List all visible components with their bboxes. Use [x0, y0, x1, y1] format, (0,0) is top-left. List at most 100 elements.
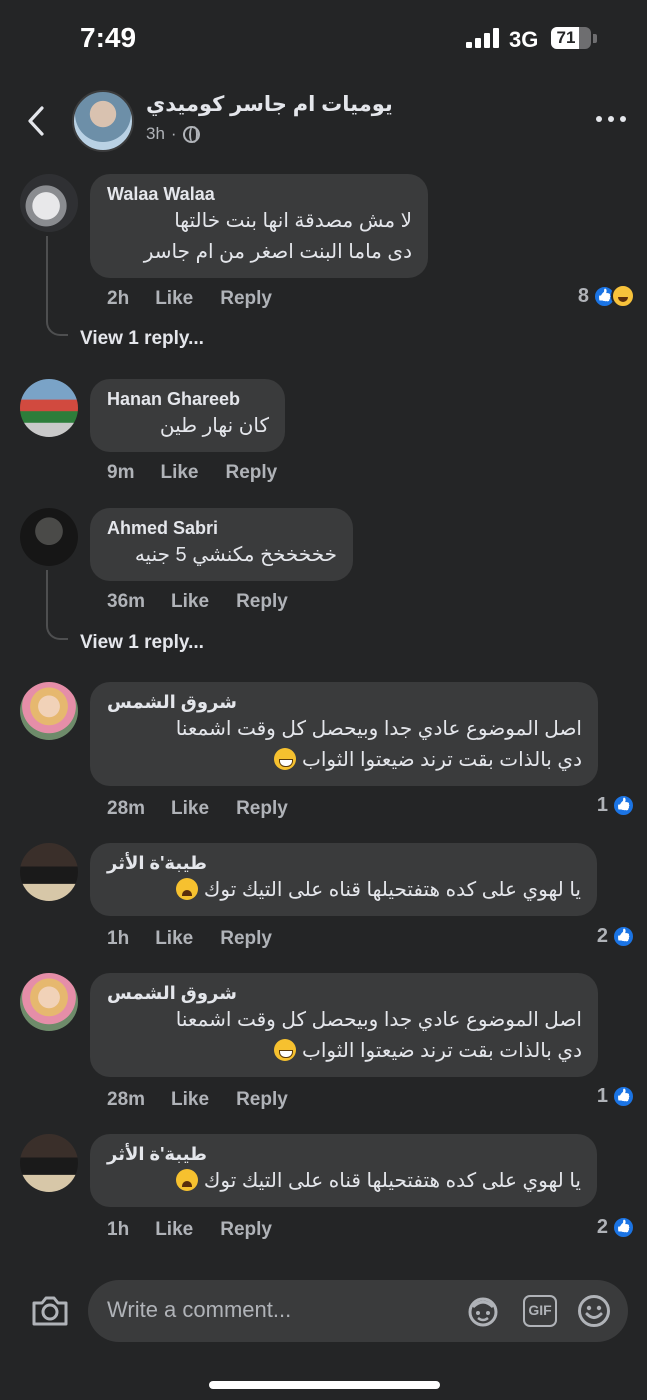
- comment-bubble[interactable]: طيبة'ة الأثر يا لهوي على كده هتفتحيلها ق…: [90, 843, 597, 916]
- signal-icon: [466, 28, 500, 48]
- commenter-name[interactable]: طيبة'ة الأثر: [107, 851, 581, 875]
- comment-text-line: دي بالذات بقت ترند ضيعتوا الثواب: [302, 1040, 582, 1062]
- comment-text: لا مش مصدقة انها بنت خالتها: [174, 210, 412, 232]
- commenter-name[interactable]: Hanan Ghareeb: [107, 387, 269, 411]
- reaction-summary[interactable]: 1: [597, 794, 635, 817]
- reaction-count: 8: [577, 284, 589, 307]
- comment-input[interactable]: Write a comment... GIF: [88, 1280, 628, 1342]
- like-button[interactable]: Like: [171, 798, 209, 820]
- emoji-icon: [578, 1295, 610, 1327]
- tired-emoji-icon: [176, 1169, 199, 1191]
- reply-button[interactable]: Reply: [220, 1219, 272, 1241]
- page-title[interactable]: يوميات ام جاسر كوميدي: [146, 92, 393, 117]
- emoji-button[interactable]: [577, 1294, 611, 1328]
- comment-bubble[interactable]: Hanan Ghareeb كان نهار طين: [90, 379, 285, 452]
- camera-button[interactable]: [30, 1294, 70, 1328]
- comment-time: 2h: [107, 288, 130, 309]
- reaction-count: 1: [596, 1085, 608, 1107]
- commenter-name[interactable]: طيبة'ة الأثر: [107, 1142, 581, 1166]
- comment-actions: 36m Like Reply: [107, 591, 288, 613]
- comment-bubble[interactable]: Ahmed Sabri خخخخخخ مكنشي 5 جنيه: [90, 508, 353, 581]
- gif-icon: GIF: [528, 1302, 552, 1318]
- battery-icon: 71: [551, 27, 591, 49]
- reply-button[interactable]: Reply: [236, 1089, 288, 1111]
- comment-text: يا لهوي على كده هتفتحيلها قناه على التيك…: [107, 875, 581, 906]
- comment-text: دى ماما البنت اصغر من ام جاسر: [143, 241, 412, 263]
- comment-time: 36m: [107, 591, 146, 612]
- comment-time: 1h: [107, 1219, 130, 1240]
- comment-actions: 1h Like Reply: [107, 928, 272, 950]
- thread-curve: [46, 318, 68, 336]
- back-button[interactable]: [22, 104, 52, 138]
- reply-button[interactable]: Reply: [236, 591, 288, 613]
- comment-actions: 1h Like Reply: [107, 1219, 272, 1241]
- commenter-name[interactable]: Walaa Walaa: [107, 182, 412, 206]
- reply-button[interactable]: Reply: [220, 928, 272, 950]
- thread-line: [46, 570, 48, 622]
- comment-text: اصل الموضوع عادي جدا وبيحصل كل وقت اشمعن…: [175, 718, 582, 740]
- comment-text-line: يا لهوي على كده هتفتحيلها قناه على التيك…: [203, 1170, 581, 1192]
- comment-text: دي بالذات بقت ترند ضيعتوا الثواب: [107, 1036, 582, 1067]
- globe-icon: [182, 125, 200, 143]
- like-button[interactable]: Like: [160, 462, 198, 484]
- comment-actions: 9m Like Reply: [107, 462, 277, 484]
- commenter-name[interactable]: شروق الشمس: [107, 981, 582, 1005]
- comment-actions: 2h Like Reply: [107, 288, 272, 310]
- network-type: 3G: [509, 27, 539, 52]
- commenter-avatar[interactable]: [20, 379, 78, 437]
- reply-button[interactable]: Reply: [220, 288, 272, 310]
- comment-bubble[interactable]: طيبة'ة الأثر يا لهوي على كده هتفتحيلها ق…: [90, 1134, 597, 1207]
- commenter-avatar[interactable]: [20, 508, 78, 566]
- commenter-avatar[interactable]: [20, 682, 78, 740]
- view-replies-link[interactable]: View 1 reply...: [80, 632, 204, 654]
- grin-emoji-icon: [274, 748, 297, 770]
- home-indicator[interactable]: [209, 1381, 440, 1389]
- like-reaction-icon: [612, 1216, 635, 1239]
- status-time: 7:49: [80, 22, 137, 53]
- battery-percent: 71: [556, 28, 576, 47]
- comment-text: يا لهوي على كده هتفتحيلها قناه على التيك…: [107, 1166, 581, 1197]
- comment-bubble[interactable]: شروق الشمس اصل الموضوع عادي جدا وبيحصل ك…: [90, 973, 598, 1077]
- reaction-count: 2: [596, 1216, 608, 1238]
- comment-text: خخخخخخ مكنشي 5 جنيه: [134, 544, 337, 566]
- comment-bubble[interactable]: شروق الشمس اصل الموضوع عادي جدا وبيحصل ك…: [90, 682, 598, 786]
- commenter-name[interactable]: شروق الشمس: [107, 690, 582, 714]
- meta-separator: ·: [170, 124, 177, 143]
- reaction-summary[interactable]: 8: [578, 284, 635, 308]
- thread-curve: [46, 622, 68, 640]
- like-reaction-icon: [612, 1085, 635, 1108]
- commenter-name[interactable]: Ahmed Sabri: [107, 516, 337, 540]
- commenter-avatar[interactable]: [20, 843, 78, 901]
- thread-line: [46, 236, 48, 318]
- like-button[interactable]: Like: [155, 928, 193, 950]
- comment-placeholder: Write a comment...: [107, 1297, 292, 1322]
- like-reaction-icon: [612, 794, 635, 817]
- comment-text-line: يا لهوي على كده هتفتحيلها قناه على التيك…: [203, 879, 581, 901]
- gif-button[interactable]: GIF: [523, 1295, 557, 1327]
- commenter-avatar[interactable]: [20, 174, 78, 232]
- more-button[interactable]: [596, 116, 626, 124]
- grin-emoji-icon: [274, 1039, 297, 1061]
- comment-text: كان نهار طين: [159, 415, 269, 437]
- like-button[interactable]: Like: [155, 288, 193, 310]
- avatar-sticker-button[interactable]: [466, 1295, 500, 1327]
- view-replies-link[interactable]: View 1 reply...: [80, 328, 204, 350]
- comment-bubble[interactable]: Walaa Walaa لا مش مصدقة انها بنت خالتها …: [90, 174, 428, 278]
- like-button[interactable]: Like: [171, 1089, 209, 1111]
- reaction-summary[interactable]: 1: [597, 1085, 635, 1108]
- commenter-avatar[interactable]: [20, 973, 78, 1031]
- reaction-summary[interactable]: 2: [597, 925, 635, 948]
- like-button[interactable]: Like: [171, 591, 209, 613]
- post-time: 3h: [146, 124, 165, 143]
- reply-button[interactable]: Reply: [226, 462, 278, 484]
- reaction-count: 2: [596, 925, 608, 947]
- reply-button[interactable]: Reply: [236, 798, 288, 820]
- commenter-avatar[interactable]: [20, 1134, 78, 1192]
- camera-icon: [32, 1296, 68, 1326]
- comment-actions: 28m Like Reply: [107, 1089, 288, 1111]
- comment-composer: Write a comment... GIF: [0, 1266, 647, 1400]
- like-reaction-icon: [612, 925, 635, 948]
- reaction-summary[interactable]: 2: [597, 1216, 635, 1239]
- like-button[interactable]: Like: [155, 1219, 193, 1241]
- page-avatar[interactable]: [72, 90, 134, 152]
